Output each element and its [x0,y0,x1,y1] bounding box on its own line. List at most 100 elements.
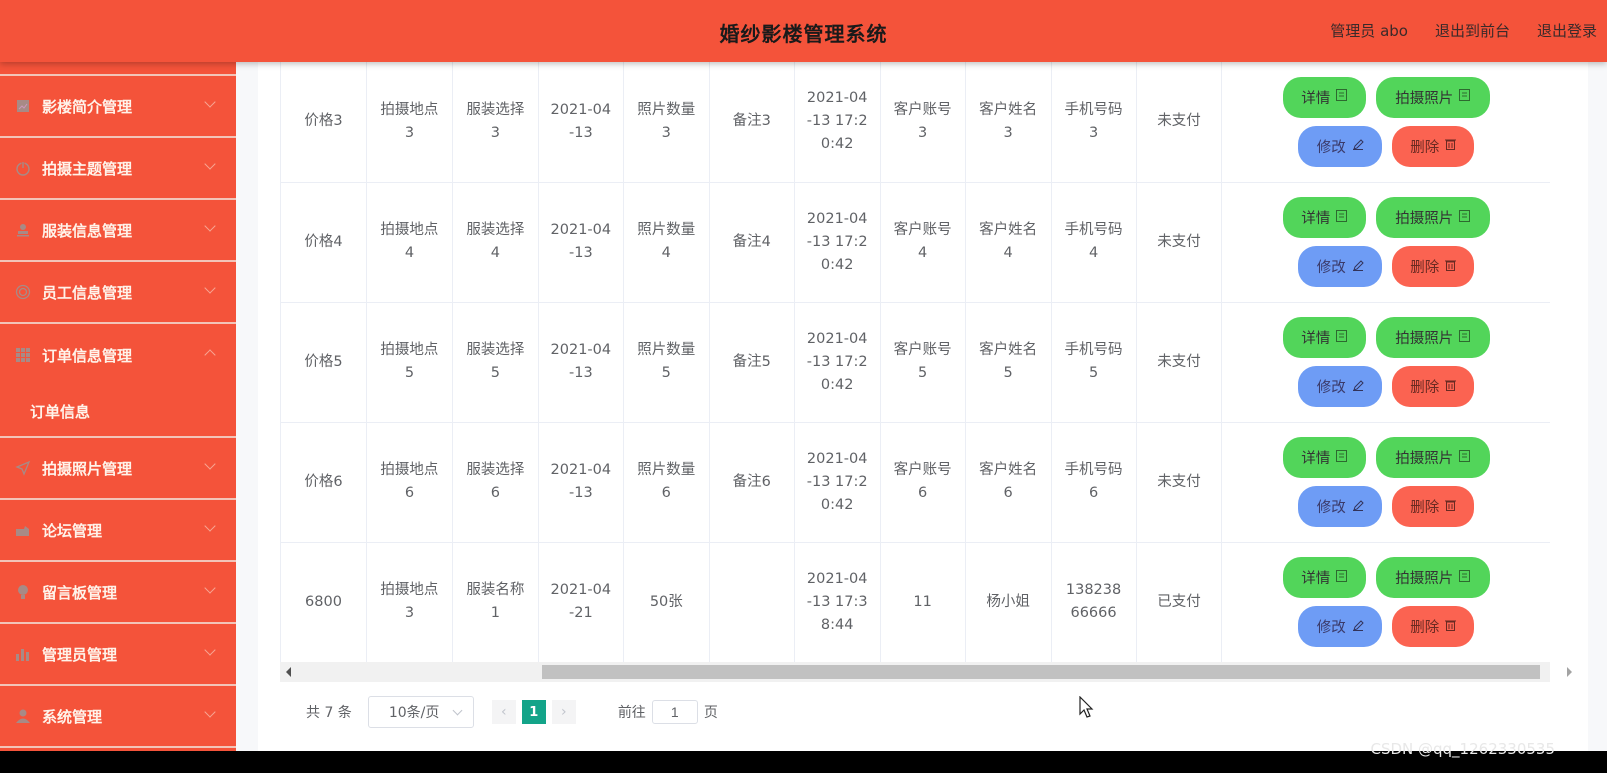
app-window: 婚纱影楼管理系统 管理员 abo 退出到前台 退出登录 影楼简介管理 拍摄主题管… [0,0,1607,751]
trash-icon [1445,499,1457,515]
photos-button[interactable]: 拍摄照片 [1375,197,1490,238]
photos-label: 拍摄照片 [1395,451,1454,467]
cell-price: 价格4 [280,182,367,303]
detail-button[interactable]: 详情 [1282,437,1366,478]
scrollbar-thumb[interactable] [542,665,1540,679]
sidebar-item[interactable]: 管理员管理 [0,624,236,686]
table-row: 价格6 拍摄地点6 服装选择6 2021-04-13 照片数量6 备注6 2021-04-1… [280,422,1550,543]
cell-name: 杨小姐 [965,542,1052,662]
photos-button[interactable]: 拍摄照片 [1375,557,1490,598]
header-actions: 管理员 abo 退出到前台 退出登录 [1330,20,1597,41]
chevron-down-icon [204,706,216,718]
detail-button[interactable]: 详情 [1282,197,1366,238]
chevron-up-icon [204,349,216,361]
scroll-right-arrow-icon[interactable] [1567,667,1572,677]
document-icon [1459,209,1471,226]
next-page-button[interactable]: › [551,700,576,724]
chevron-down-icon [204,458,216,470]
detail-button[interactable]: 详情 [1282,557,1366,598]
sidebar-item[interactable]: 论坛管理 [0,500,236,562]
cell-location: 拍摄地点4 [366,182,453,303]
cell-status: 未支付 [1136,182,1223,303]
delete-button[interactable]: 删除 [1392,486,1475,527]
trash-icon [1445,619,1457,635]
chevron-down-icon [204,282,216,294]
sidebar-item[interactable]: 服装信息管理 [0,200,236,262]
orders-table: 价格3 拍摄地点3 服装选择3 2021-04-13 照片数量3 备注3 2021-04-1… [280,62,1550,662]
edit-button[interactable]: 修改 [1298,606,1383,647]
pencil-icon [1352,499,1364,515]
bulb-icon [14,583,32,601]
edit-button[interactable]: 修改 [1298,125,1383,167]
detail-button[interactable]: 详情 [1282,317,1366,358]
mouse-cursor-icon [1079,696,1094,718]
cell-date: 2021-04-21 [538,542,624,662]
sidebar-group: 论坛管理 [0,500,236,562]
sidebar-group: 员工信息管理 [0,262,236,324]
sidebar-item-label: 订单信息管理 [42,346,133,365]
edit-button[interactable]: 修改 [1298,486,1383,527]
cell-photos: 照片数量3 [623,62,710,183]
pencil-icon [1352,138,1364,154]
sidebar-subitem[interactable]: 订单信息 [0,386,236,438]
delete-button[interactable]: 删除 [1392,366,1475,407]
sidebar-item[interactable]: 拍摄照片管理 [0,438,236,500]
sidebar-item[interactable]: 订单信息管理 [0,324,236,386]
logout-link[interactable]: 退出登录 [1537,20,1597,41]
pagination: 共 7 条 10条/页 ‹ 1 › 前往 页 [306,696,718,728]
prev-page-button[interactable]: ‹ [491,700,516,724]
delete-button[interactable]: 删除 [1392,125,1475,167]
cell-actions: 详情 拍摄照片 修改 删除 [1221,542,1550,662]
cell-account: 客户账号3 [880,62,966,183]
sidebar-group: 留言板管理 [0,562,236,624]
photos-label: 拍摄照片 [1395,331,1454,347]
document-icon [1336,89,1348,105]
sidebar-item[interactable]: 留言板管理 [0,562,236,624]
page-size-select[interactable]: 10条/页 [367,696,474,728]
bar-chart-icon [14,645,32,663]
cell-photos: 照片数量4 [623,182,710,303]
document-icon [1336,329,1348,346]
user-icon [14,707,32,725]
document-icon [1459,329,1471,346]
sidebar-item[interactable]: 系统管理 [0,686,236,748]
delete-button[interactable]: 删除 [1392,246,1475,287]
photos-button[interactable]: 拍摄照片 [1375,437,1490,478]
edit-button[interactable]: 修改 [1298,246,1383,287]
sidebar-item-label: 留言板管理 [42,583,118,602]
cell-created: 2021-04-13 17:20:42 [794,62,881,183]
goto-label: 前往 [617,705,646,721]
photos-button[interactable]: 拍摄照片 [1375,317,1490,358]
cell-actions: 详情 拍摄照片 修改 删除 [1221,302,1550,423]
cell-name: 客户姓名6 [965,422,1052,543]
goto-page-input[interactable] [651,700,698,724]
detail-label: 详情 [1301,211,1331,227]
stamp-icon [14,221,32,239]
scroll-left-arrow-icon[interactable] [286,667,291,677]
cell-phone: 手机号码3 [1051,62,1137,183]
page-number-current[interactable]: 1 [521,700,546,724]
sidebar-item[interactable]: 拍摄主题管理 [0,138,236,200]
sidebar-item[interactable]: 员工信息管理 [0,262,236,324]
page-size-value: 10条/页 [388,705,440,721]
delete-label: 删除 [1410,620,1440,636]
cell-costume: 服装选择3 [452,62,539,183]
exit-to-front-link[interactable]: 退出到前台 [1435,20,1510,41]
horizontal-scrollbar[interactable] [280,662,1572,682]
detail-button[interactable]: 详情 [1282,76,1366,118]
cell-location: 拍摄地点6 [366,422,453,543]
cell-note: 备注3 [709,62,795,183]
photos-label: 拍摄照片 [1395,571,1454,587]
sidebar-item[interactable]: 影楼简介管理 [0,76,236,138]
cell-status: 已支付 [1136,542,1223,662]
document-icon [1459,449,1471,466]
cart-icon [14,521,32,539]
table-row: 6800 拍摄地点3 服装名称1 2021-04-21 50张 2021-04-13 17… [280,542,1550,662]
cell-price: 价格5 [280,302,367,423]
admin-user-link[interactable]: 管理员 abo [1330,20,1408,41]
delete-button[interactable]: 删除 [1392,606,1475,647]
edit-label: 修改 [1316,260,1346,276]
photos-button[interactable]: 拍摄照片 [1375,76,1490,118]
cell-costume: 服装选择4 [452,182,539,303]
edit-button[interactable]: 修改 [1298,366,1383,407]
